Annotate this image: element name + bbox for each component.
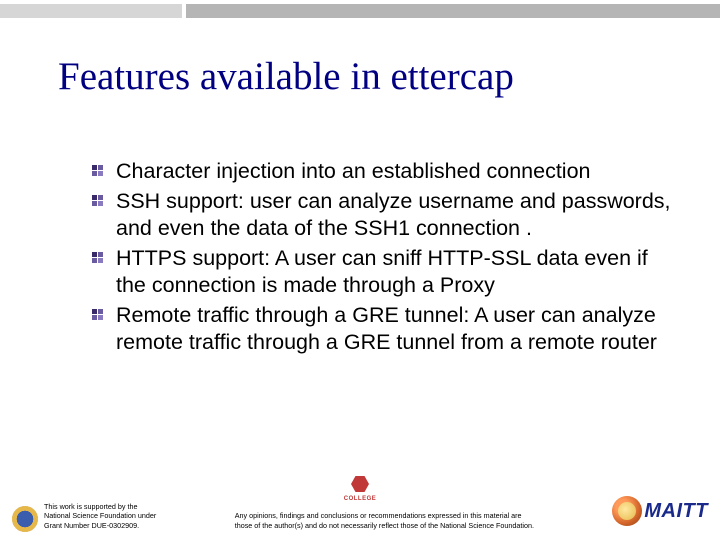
list-item: Character injection into an established … (92, 158, 678, 186)
nsf-logo-icon (12, 506, 38, 532)
support-line: Grant Number DUE-0302909. (44, 521, 139, 530)
list-item: SSH support: user can analyze username a… (92, 188, 678, 243)
footer: This work is supported by the National S… (12, 478, 708, 532)
list-item-text: Remote traffic through a GRE tunnel: A u… (116, 303, 657, 355)
top-decorative-bar (0, 0, 720, 24)
list-item-text: SSH support: user can analyze username a… (116, 189, 671, 241)
bullet-icon (92, 252, 104, 264)
bullet-icon (92, 309, 104, 321)
bullet-icon (92, 165, 104, 177)
disclaimer-line: those of the author(s) and do not necess… (235, 521, 534, 530)
title-area: Features available in ettercap (58, 56, 680, 99)
disclaimer-line: Any opinions, findings and conclusions o… (235, 511, 522, 520)
list-item: HTTPS support: A user can sniff HTTP-SSL… (92, 245, 678, 300)
content-area: Character injection into an established … (92, 158, 678, 359)
disclaimer-text: Any opinions, findings and conclusions o… (235, 511, 534, 530)
top-bar-segment-right (186, 4, 720, 18)
maitt-logo-text: MAITT (644, 500, 708, 523)
list-item: Remote traffic through a GRE tunnel: A u… (92, 302, 678, 357)
list-item-text: HTTPS support: A user can sniff HTTP-SSL… (116, 246, 648, 298)
globe-icon (612, 496, 642, 526)
support-line: This work is supported by the (44, 502, 137, 511)
slide-title: Features available in ettercap (58, 56, 680, 99)
bullet-icon (92, 195, 104, 207)
footer-left: This work is supported by the National S… (12, 502, 156, 532)
support-line: National Science Foundation under (44, 511, 156, 520)
slide: Features available in ettercap Character… (0, 0, 720, 540)
list-item-text: Character injection into an established … (116, 159, 591, 183)
maitt-logo: MAITT (612, 496, 708, 526)
support-text: This work is supported by the National S… (44, 502, 156, 530)
bullet-list: Character injection into an established … (92, 158, 678, 357)
top-bar-segment-left (0, 4, 182, 18)
